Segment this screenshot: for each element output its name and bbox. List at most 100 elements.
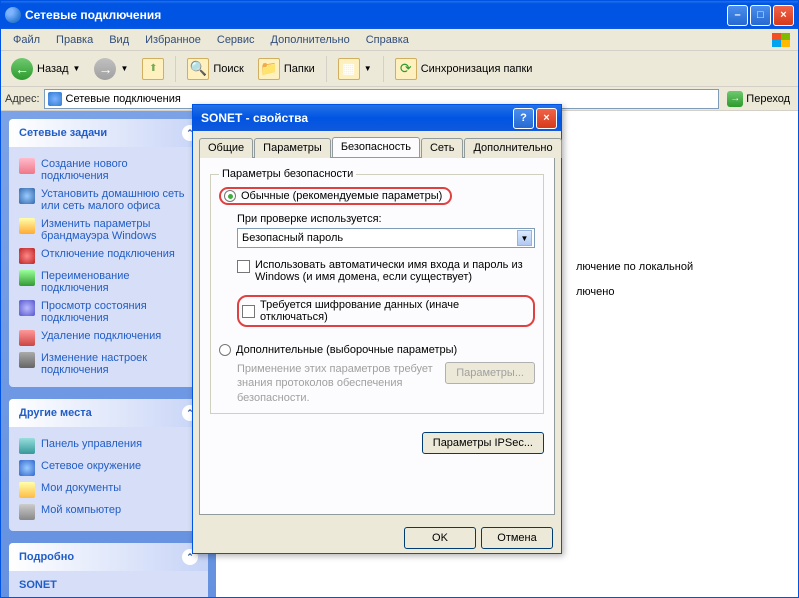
check-auto-credentials[interactable] — [237, 260, 250, 273]
go-arrow-icon: → — [727, 91, 743, 107]
panel-network-tasks: Сетевые задачи ⌃ Создание нового подключ… — [9, 119, 208, 387]
place-label: Сетевое окружение — [41, 460, 141, 472]
place-label: Панель управления — [41, 438, 142, 450]
views-button[interactable]: ▦ ▼ — [332, 54, 378, 84]
radio-typical[interactable] — [224, 190, 236, 202]
windows-logo-icon — [766, 30, 796, 49]
dialog-title: SONET - свойства — [197, 111, 513, 125]
radio-advanced[interactable] — [219, 344, 231, 356]
forward-button[interactable]: → ▼ — [88, 54, 134, 84]
groupbox-title: Параметры безопасности — [219, 168, 356, 180]
tab-options[interactable]: Параметры — [254, 138, 331, 158]
control-panel-icon — [19, 438, 35, 454]
address-label: Адрес: — [5, 93, 40, 105]
dialog-button-row: OK Отмена — [193, 521, 561, 555]
menu-tools[interactable]: Сервис — [209, 31, 263, 49]
place-control-panel[interactable]: Панель управления — [19, 435, 198, 457]
folders-label: Папки — [284, 63, 315, 75]
panel-header-details[interactable]: Подробно ⌃ — [9, 543, 208, 571]
tab-network[interactable]: Сеть — [421, 138, 463, 158]
dialog-titlebar: SONET - свойства ? × — [193, 105, 561, 131]
check-require-encryption-row: Требуется шифрование данных (иначе отклю… — [237, 292, 535, 330]
task-view-status[interactable]: Просмотр состояния подключения — [19, 297, 198, 327]
address-value: Сетевые подключения — [66, 93, 181, 105]
sync-button[interactable]: ⟳ Синхронизация папки — [389, 54, 539, 84]
place-label: Мои документы — [41, 482, 121, 494]
task-label: Отключение подключения — [41, 248, 175, 260]
folders-button[interactable]: 📁 Папки — [252, 54, 321, 84]
back-label: Назад — [37, 63, 69, 75]
place-network-neighborhood[interactable]: Сетевое окружение — [19, 457, 198, 479]
panel-title: Сетевые задачи — [19, 127, 107, 139]
parameters-button: Параметры... — [445, 362, 535, 384]
menu-file[interactable]: Файл — [5, 31, 48, 49]
verify-label: При проверке используется: — [237, 213, 535, 225]
task-label: Изменение настроек подключения — [41, 352, 198, 376]
task-rename-connection[interactable]: Переименование подключения — [19, 267, 198, 297]
menu-view[interactable]: Вид — [101, 31, 137, 49]
settings-icon — [19, 352, 35, 368]
highlight-typical: Обычные (рекомендуемые параметры) — [219, 187, 452, 205]
status-icon — [19, 300, 35, 316]
back-button[interactable]: ← Назад ▼ — [5, 54, 86, 84]
radio-typical-label: Обычные (рекомендуемые параметры) — [241, 190, 442, 202]
tab-strip: Общие Параметры Безопасность Сеть Дополн… — [193, 131, 561, 157]
task-firewall-settings[interactable]: Изменить параметры брандмауэра Windows — [19, 215, 198, 245]
verify-select[interactable]: Безопасный пароль ▼ — [237, 228, 535, 248]
panel-header-places[interactable]: Другие места ⌃ — [9, 399, 208, 427]
menu-help[interactable]: Справка — [358, 31, 417, 49]
go-button[interactable]: → Переход — [723, 89, 794, 109]
ipsec-parameters-button[interactable]: Параметры IPSec... — [422, 432, 544, 454]
connection-status-fragment: лючено — [576, 286, 614, 298]
sync-icon: ⟳ — [395, 58, 417, 80]
separator — [326, 56, 327, 82]
panel-title: Другие места — [19, 407, 92, 419]
search-icon: 🔍 — [187, 58, 209, 80]
task-label: Создание нового подключения — [41, 158, 198, 182]
folder-up-icon: ⬆ — [142, 58, 164, 80]
task-setup-home-net[interactable]: Установить домашнюю сеть или сеть малого… — [19, 185, 198, 215]
properties-dialog: SONET - свойства ? × Общие Параметры Без… — [192, 104, 562, 554]
task-change-settings[interactable]: Изменение настроек подключения — [19, 349, 198, 379]
verify-value: Безопасный пароль — [242, 232, 343, 244]
toolbar: ← Назад ▼ → ▼ ⬆ 🔍 Поиск 📁 Папки ▦ ▼ ⟳ Си… — [1, 51, 798, 87]
tab-advanced[interactable]: Дополнительно — [464, 138, 561, 158]
maximize-button[interactable]: □ — [750, 5, 771, 26]
help-button[interactable]: ? — [513, 108, 534, 129]
cancel-button[interactable]: Отмена — [481, 527, 553, 549]
tab-security[interactable]: Безопасность — [332, 137, 420, 157]
separator — [175, 56, 176, 82]
menubar: Файл Правка Вид Избранное Сервис Дополни… — [1, 29, 798, 51]
menu-favorites[interactable]: Избранное — [137, 31, 209, 49]
task-label: Переименование подключения — [41, 270, 198, 294]
sync-label: Синхронизация папки — [421, 63, 533, 75]
place-my-computer[interactable]: Мой компьютер — [19, 501, 198, 523]
sidebar: Сетевые задачи ⌃ Создание нового подключ… — [1, 111, 216, 597]
check-require-encryption-label: Требуется шифрование данных (иначе отклю… — [260, 299, 527, 323]
tab-content-security: Параметры безопасности Обычные (рекоменд… — [199, 157, 555, 515]
tab-general[interactable]: Общие — [199, 138, 253, 158]
home-network-icon — [19, 188, 35, 204]
folders-icon: 📁 — [258, 58, 280, 80]
details-name: SONET — [19, 579, 198, 591]
task-create-connection[interactable]: Создание нового подключения — [19, 155, 198, 185]
menu-advanced[interactable]: Дополнительно — [263, 31, 358, 49]
task-disable-connection[interactable]: Отключение подключения — [19, 245, 198, 267]
check-require-encryption[interactable] — [242, 305, 255, 318]
menu-edit[interactable]: Правка — [48, 31, 101, 49]
place-my-documents[interactable]: Мои документы — [19, 479, 198, 501]
close-button[interactable]: × — [773, 5, 794, 26]
firewall-icon — [19, 218, 35, 234]
chevron-down-icon: ▼ — [364, 64, 372, 73]
search-button[interactable]: 🔍 Поиск — [181, 54, 249, 84]
task-label: Просмотр состояния подключения — [41, 300, 198, 324]
task-delete-connection[interactable]: Удаление подключения — [19, 327, 198, 349]
panel-other-places: Другие места ⌃ Панель управления Сетевое… — [9, 399, 208, 531]
dialog-close-button[interactable]: × — [536, 108, 557, 129]
minimize-button[interactable]: – — [727, 5, 748, 26]
task-label: Установить домашнюю сеть или сеть малого… — [41, 188, 198, 212]
ok-button[interactable]: OK — [404, 527, 476, 549]
up-button[interactable]: ⬆ — [136, 54, 170, 84]
go-label: Переход — [746, 93, 790, 105]
panel-header-tasks[interactable]: Сетевые задачи ⌃ — [9, 119, 208, 147]
